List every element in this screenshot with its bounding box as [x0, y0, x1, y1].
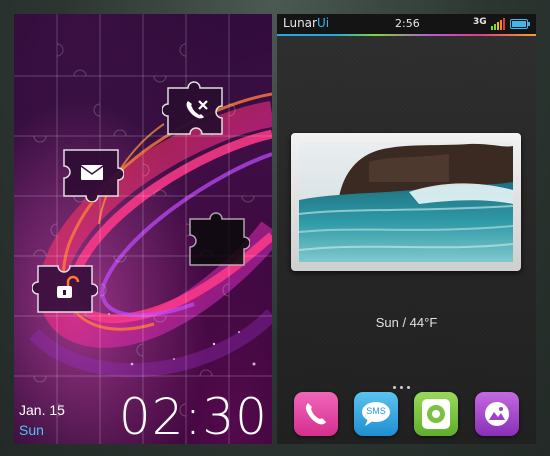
photo-widget[interactable]	[291, 133, 521, 271]
gallery-dock-button[interactable]	[475, 392, 519, 436]
weather-text: Sun / 44°F	[375, 315, 438, 330]
unlock-puzzle-piece[interactable]	[32, 258, 98, 318]
envelope-icon	[80, 165, 104, 180]
gallery-icon	[485, 402, 509, 426]
missed-call-puzzle-piece[interactable]	[162, 80, 228, 140]
network-type: 3G	[473, 17, 487, 27]
message-puzzle-piece[interactable]	[58, 142, 124, 202]
music-dock-button[interactable]	[414, 392, 458, 436]
page-dot	[393, 386, 396, 389]
brand-main: Lunar	[283, 16, 317, 30]
phone-dock-button[interactable]	[294, 392, 338, 436]
home-screen: LunarUi 2:56 3G Sun / 44°F SMS	[277, 14, 536, 444]
status-color-line	[277, 34, 536, 36]
page-indicator	[393, 374, 423, 389]
empty-puzzle-slot	[184, 211, 250, 271]
status-bar: LunarUi 2:56 3G	[277, 14, 536, 34]
phone-icon	[305, 403, 326, 425]
page-dot	[407, 386, 410, 389]
page-dot	[400, 386, 403, 389]
brand-accent: Ui	[316, 16, 330, 30]
unlock-icon	[57, 275, 80, 298]
lock-day: Sun	[19, 422, 44, 438]
sms-dock-button[interactable]: SMS	[354, 392, 398, 436]
battery-icon	[510, 19, 530, 29]
ocean-wave-photo	[299, 142, 513, 262]
lock-screen: Jan. 15 Sun 02:30	[14, 14, 272, 444]
signal-bars-icon	[491, 18, 505, 30]
lock-date: Jan. 15	[19, 402, 65, 418]
music-player-icon	[422, 399, 450, 429]
missed-call-icon	[186, 100, 208, 119]
status-clock: 2:56	[395, 17, 420, 30]
lock-time: 02:30	[118, 388, 268, 444]
brand-logo: LunarUi	[283, 16, 329, 30]
sms-label: SMS	[366, 406, 386, 416]
